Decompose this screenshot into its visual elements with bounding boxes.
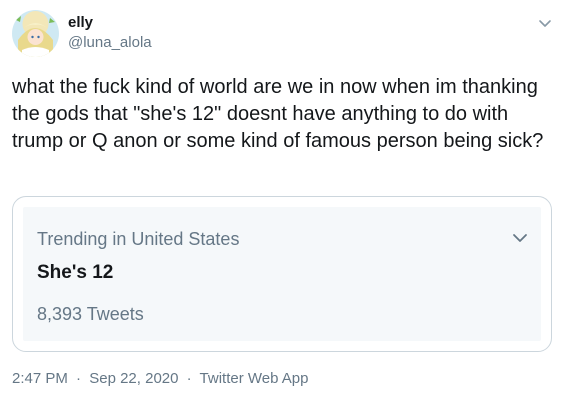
tweet-date[interactable]: Sep 22, 2020 [89, 370, 178, 387]
trend-tweet-count: 8,393 Tweets [37, 304, 144, 324]
trend-context: Trending in United States [37, 229, 240, 249]
tweet-text: what the fuck kind of world are we in no… [12, 76, 544, 152]
trend-title[interactable]: She's 12 [37, 261, 113, 285]
tweet-meta: 2:47 PM · Sep 22, 2020 · Twitter Web App [12, 370, 309, 388]
tweet-menu-chevron-down-icon[interactable] [536, 14, 554, 32]
tweet: elly @luna_alola what the fuck kind of w… [0, 0, 568, 400]
trend-card[interactable]: Trending in United States She's 12 8,393… [12, 196, 552, 352]
trend-menu-chevron-down-icon[interactable] [509, 227, 531, 249]
tweet-source[interactable]: Twitter Web App [200, 370, 309, 387]
avatar-illustration-icon [12, 10, 59, 57]
author-display-name[interactable]: elly [68, 14, 93, 32]
trend-card-body[interactable]: Trending in United States She's 12 8,393… [23, 207, 541, 341]
author-handle[interactable]: @luna_alola [68, 34, 152, 52]
tweet-time[interactable]: 2:47 PM [12, 370, 68, 387]
meta-separator: · [76, 370, 82, 387]
avatar[interactable] [12, 10, 59, 57]
meta-separator: · [186, 370, 192, 387]
